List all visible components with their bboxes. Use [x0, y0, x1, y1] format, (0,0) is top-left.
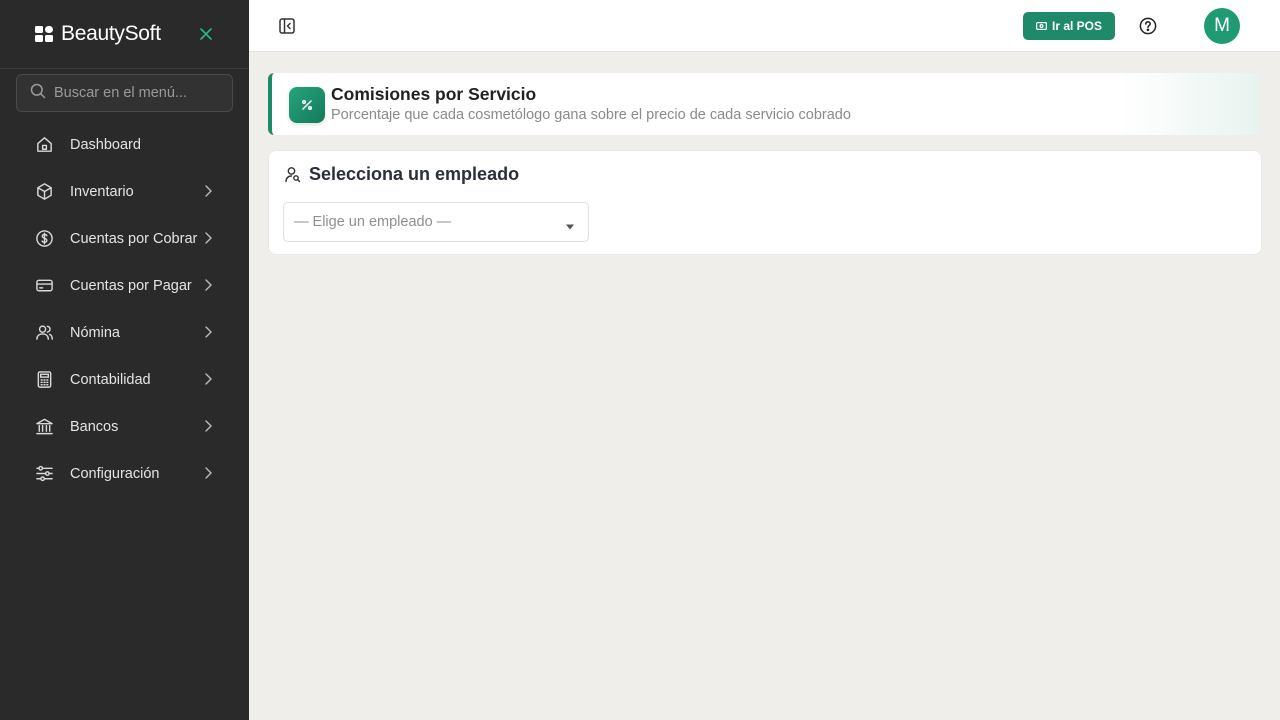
employee-select[interactable]: — Elige un empleado —: [283, 202, 589, 242]
home-icon: [35, 135, 54, 154]
user-avatar[interactable]: M: [1204, 8, 1240, 44]
chevron-right-icon: [201, 372, 215, 386]
chevron-right-icon: [201, 184, 215, 198]
sidebar-item-nomina[interactable]: Nómina: [0, 309, 249, 356]
sidebar-item-label: Contabilidad: [70, 371, 151, 388]
sidebar-item-configuracion[interactable]: Configuración: [0, 450, 249, 497]
page-title: Comisiones por Servicio: [331, 84, 537, 104]
user-search-icon: [284, 165, 302, 183]
menu-search: [16, 74, 233, 112]
sidebar-item-label: Inventario: [70, 183, 134, 200]
logo-icon: [35, 25, 55, 43]
close-sidebar-icon[interactable]: [197, 24, 215, 44]
sidebar-toggle-icon[interactable]: [278, 17, 296, 35]
sidebar-item-label: Cuentas por Cobrar: [70, 230, 198, 247]
credit-card-icon: [35, 276, 54, 295]
employee-select-title: Selecciona un empleado: [309, 164, 520, 184]
sidebar-item-label: Bancos: [70, 418, 119, 435]
users-icon: [35, 323, 54, 342]
page-subtitle: Porcentaje que cada cosmetólogo gana sob…: [331, 107, 851, 123]
sidebar-item-bancos[interactable]: Bancos: [0, 403, 249, 450]
help-icon[interactable]: [1139, 17, 1157, 35]
sidebar-item-cuentas-por-cobrar[interactable]: Cuentas por Cobrar: [0, 215, 249, 262]
go-to-pos-button[interactable]: Ir al POS: [1023, 12, 1115, 40]
page-header: Comisiones por Servicio Porcentaje que c…: [268, 73, 1260, 135]
chevron-right-icon: [201, 278, 215, 292]
sidebar-item-label: Dashboard: [70, 136, 141, 153]
chevron-right-icon: [201, 419, 215, 433]
sidebar-item-label: Nómina: [70, 324, 120, 341]
sidebar: BeautySoft Dashboard Inventario: [0, 0, 249, 720]
brand: BeautySoft: [0, 0, 249, 69]
dollar-circle-icon: [35, 229, 54, 248]
sidebar-item-label: Cuentas por Pagar: [70, 277, 192, 294]
calculator-icon: [35, 370, 54, 389]
sidebar-item-inventario[interactable]: Inventario: [0, 168, 249, 215]
chevron-right-icon: [201, 466, 215, 480]
percent-icon: [289, 87, 325, 123]
box-icon: [35, 182, 54, 201]
employee-select-value: — Elige un empleado —: [294, 214, 452, 230]
sidebar-item-label: Configuración: [70, 465, 160, 482]
search-icon: [30, 83, 46, 104]
chevron-right-icon: [201, 231, 215, 245]
caret-down-icon: [565, 218, 575, 230]
sidebar-item-dashboard[interactable]: Dashboard: [0, 121, 249, 168]
employee-select-card: Selecciona un empleado — Elige un emplea…: [268, 150, 1262, 255]
chevron-right-icon: [201, 325, 215, 339]
bank-icon: [35, 417, 54, 436]
go-to-pos-label: Ir al POS: [1051, 19, 1103, 33]
sidebar-item-contabilidad[interactable]: Contabilidad: [0, 356, 249, 403]
brand-name: BeautySoft: [61, 22, 161, 45]
sidebar-nav: Dashboard Inventario Cuentas por Cobrar …: [0, 121, 249, 497]
sidebar-item-cuentas-por-pagar[interactable]: Cuentas por Pagar: [0, 262, 249, 309]
sliders-icon: [35, 464, 54, 483]
topbar: Ir al POS M: [249, 0, 1280, 52]
cash-icon: [1035, 19, 1047, 33]
search-input[interactable]: [54, 85, 224, 101]
